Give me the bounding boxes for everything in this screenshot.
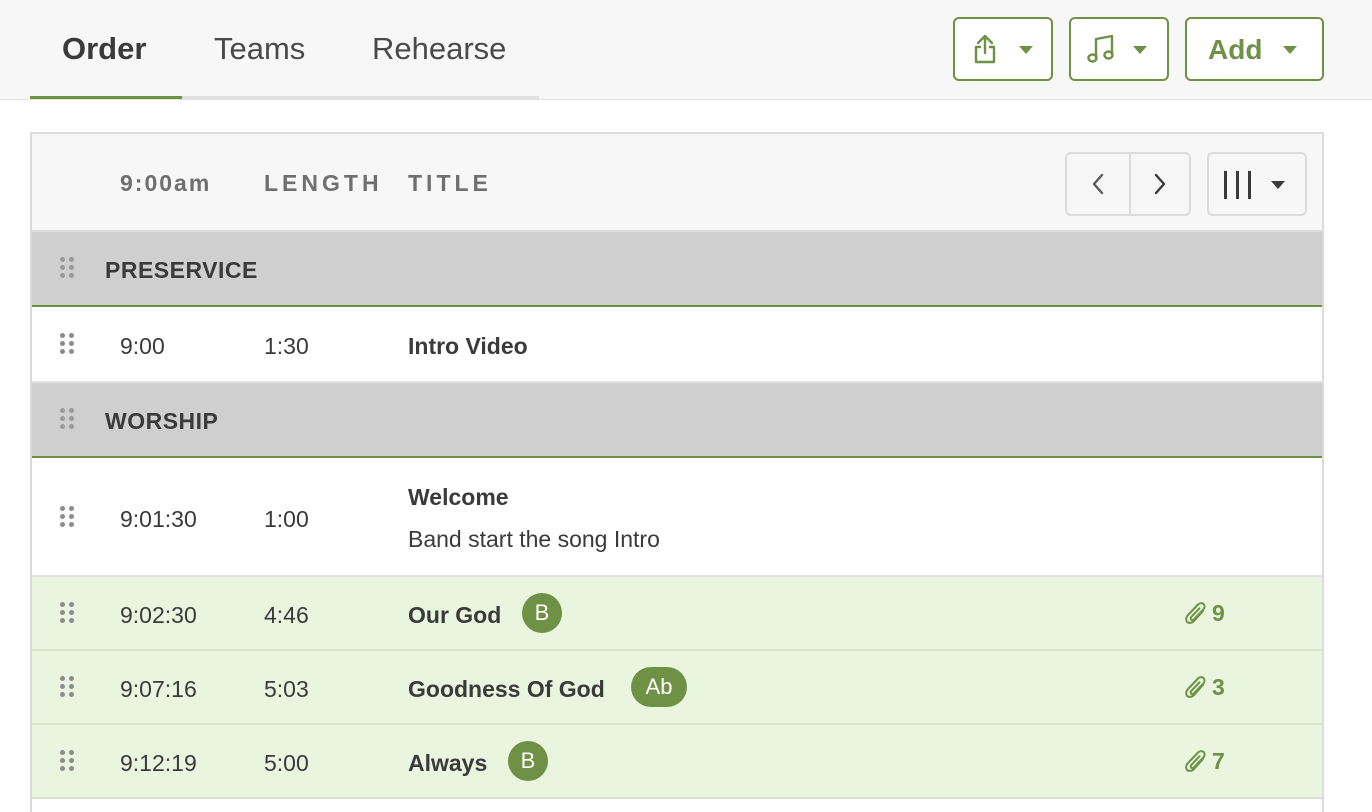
- item-time: 9:00: [120, 333, 165, 359]
- add-button-label: Add: [1208, 34, 1263, 65]
- chevron-left-icon: [1092, 173, 1104, 195]
- item-length: 5:03: [264, 676, 309, 702]
- columns-icon: [1224, 171, 1251, 199]
- drag-handle-icon[interactable]: [60, 257, 76, 279]
- chevron-down-icon: [1271, 181, 1285, 189]
- top-bar: Order Teams Rehearse Add: [0, 0, 1372, 100]
- song-row[interactable]: 9:02:30 4:46 Our God B 9: [32, 577, 1322, 651]
- attachments-link[interactable]: 3: [1182, 667, 1272, 707]
- attachment-count: 7: [1212, 748, 1225, 774]
- chevron-down-icon: [1019, 46, 1033, 54]
- share-button[interactable]: [953, 17, 1053, 81]
- item-length: 4:46: [264, 602, 309, 628]
- attachment-count: 3: [1212, 674, 1225, 700]
- active-tab-indicator: [30, 96, 182, 99]
- item-time: 9:07:16: [120, 676, 197, 702]
- columns-menu-button[interactable]: [1207, 152, 1307, 216]
- section-title: PRESERVICE: [105, 257, 258, 283]
- section-header-row[interactable]: WORSHIP: [32, 383, 1322, 458]
- next-time-button[interactable]: [1129, 154, 1190, 214]
- item-title[interactable]: Welcome: [408, 484, 509, 511]
- add-button[interactable]: Add: [1185, 17, 1324, 81]
- song-row[interactable]: 9:07:16 5:03 Goodness Of God Ab 3: [32, 651, 1322, 725]
- drag-handle-icon[interactable]: [60, 602, 76, 624]
- song-key-badge: B: [522, 593, 562, 633]
- attachments-link[interactable]: 7: [1182, 741, 1272, 781]
- music-note-icon: [1087, 34, 1114, 63]
- attachments-link[interactable]: 9: [1182, 593, 1272, 633]
- item-note: Band start the song Intro: [408, 526, 660, 552]
- table-header: 9:00am LENGTH TITLE: [32, 134, 1322, 232]
- item-title[interactable]: Intro Video: [408, 333, 528, 360]
- service-order-table: 9:00am LENGTH TITLE PRESERVICE 9:00 1:30…: [30, 132, 1324, 812]
- section-header-row[interactable]: PRESERVICE: [32, 232, 1322, 307]
- song-key-badge: Ab: [631, 667, 687, 707]
- item-time: 9:12:19: [120, 750, 197, 776]
- drag-handle-icon[interactable]: [60, 333, 76, 355]
- song-row[interactable]: 9:12:19 5:00 Always B 7: [32, 725, 1322, 799]
- paperclip-icon: [1185, 602, 1206, 624]
- tab-order[interactable]: Order: [62, 0, 146, 96]
- time-navigation: [1065, 152, 1191, 216]
- music-button[interactable]: [1069, 17, 1169, 81]
- item-length: 1:00: [264, 506, 309, 532]
- item-length: 1:30: [264, 333, 309, 359]
- tab-rehearse[interactable]: Rehearse: [372, 0, 506, 96]
- item-time: 9:01:30: [120, 506, 197, 532]
- drag-handle-icon[interactable]: [60, 408, 76, 430]
- column-header-length: LENGTH: [264, 170, 383, 196]
- drag-handle-icon[interactable]: [60, 676, 76, 698]
- tab-bar: Order Teams Rehearse: [30, 0, 539, 99]
- song-key-badge: B: [508, 741, 548, 781]
- list-item[interactable]: 9:00 1:30 Intro Video: [32, 307, 1322, 383]
- chevron-right-icon: [1154, 173, 1166, 195]
- attachment-count: 9: [1212, 600, 1225, 626]
- share-icon: [974, 34, 996, 64]
- list-item[interactable]: 9:01:30 1:00 Welcome Band start the song…: [32, 458, 1322, 577]
- paperclip-icon: [1185, 750, 1206, 772]
- column-header-time[interactable]: 9:00am: [120, 134, 211, 232]
- previous-time-button[interactable]: [1067, 154, 1128, 214]
- drag-handle-icon[interactable]: [60, 750, 76, 772]
- section-title: WORSHIP: [105, 408, 219, 434]
- item-time: 9:02:30: [120, 602, 197, 628]
- drag-handle-icon[interactable]: [60, 506, 76, 528]
- tab-teams[interactable]: Teams: [214, 0, 305, 96]
- song-title[interactable]: Our God: [408, 602, 501, 629]
- column-header-title: TITLE: [408, 170, 492, 196]
- paperclip-icon: [1185, 676, 1206, 698]
- item-length: 5:00: [264, 750, 309, 776]
- song-title[interactable]: Goodness Of God: [408, 676, 605, 703]
- chevron-down-icon: [1133, 46, 1147, 54]
- chevron-down-icon: [1283, 46, 1297, 54]
- song-title[interactable]: Always: [408, 750, 487, 777]
